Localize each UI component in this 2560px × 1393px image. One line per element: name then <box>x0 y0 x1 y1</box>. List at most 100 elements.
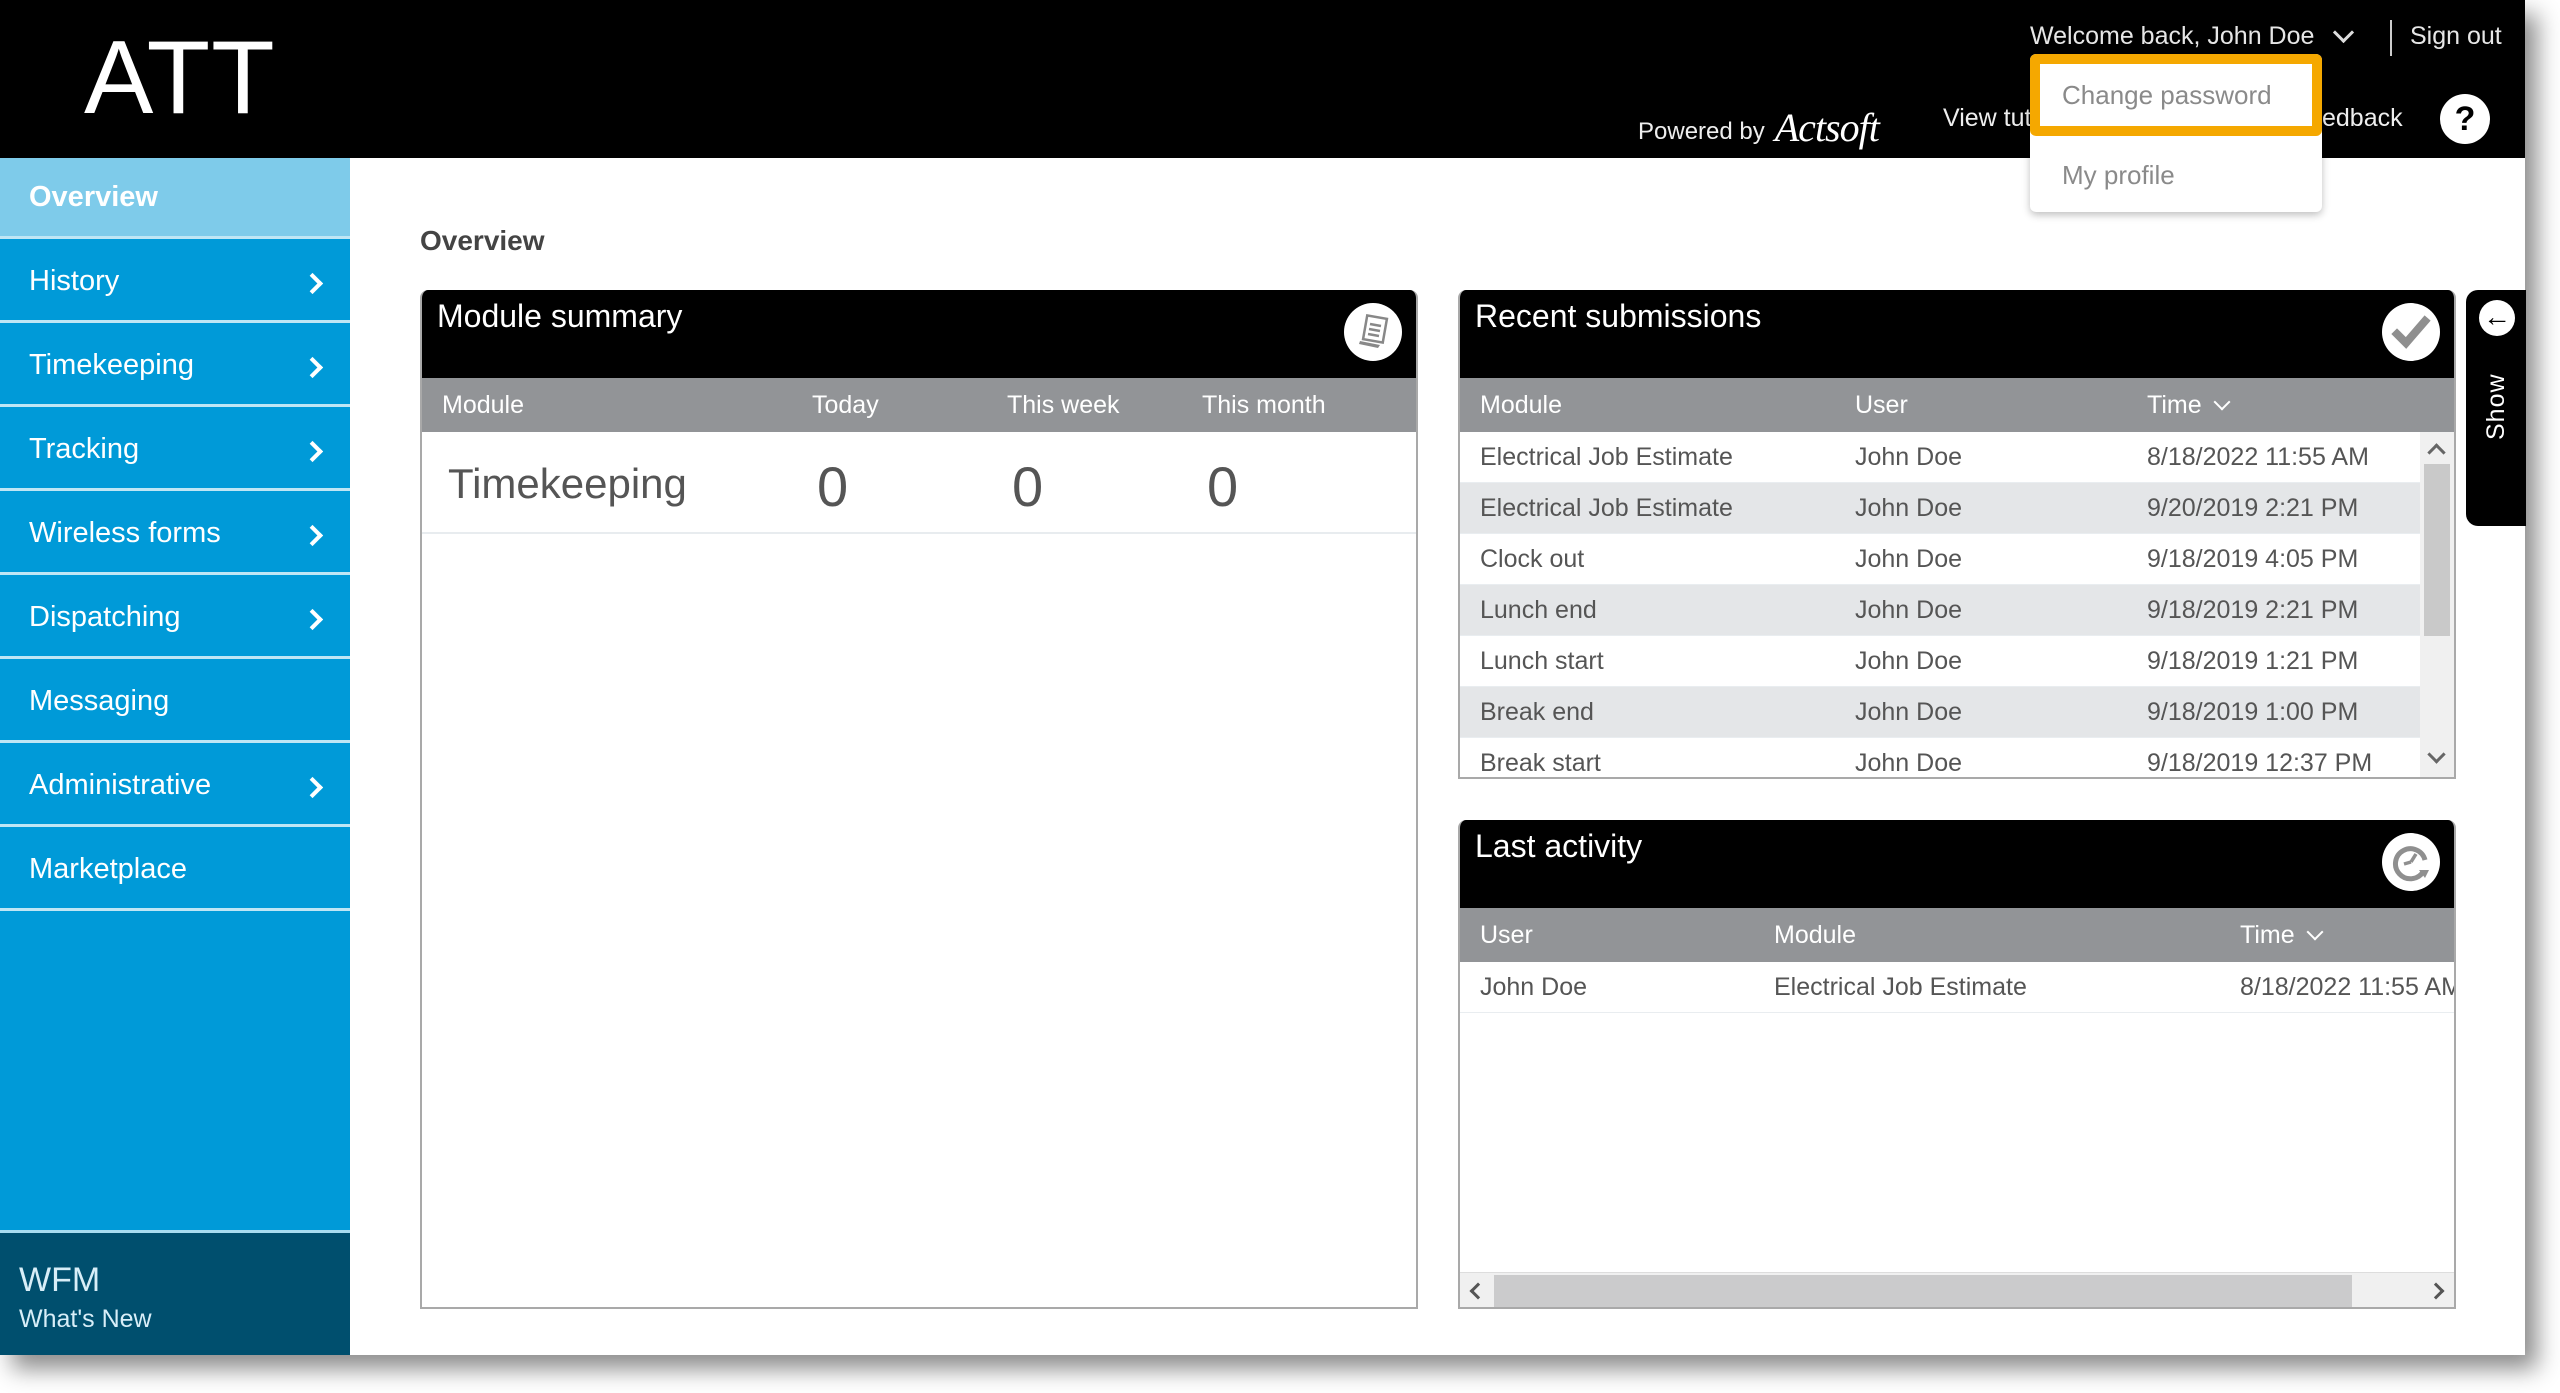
page-title: Overview <box>420 225 545 256</box>
sidebar-item-label: Wireless forms <box>29 516 221 549</box>
scroll-left-icon[interactable] <box>1469 1282 1487 1300</box>
column-header-module[interactable]: Module <box>442 391 524 420</box>
chevron-right-icon <box>301 356 324 379</box>
column-header-time-label: Time <box>2147 391 2202 419</box>
cell-user: John Doe <box>1855 749 1963 777</box>
column-header-user[interactable]: User <box>1480 921 1533 950</box>
sidebar-item-label: Timekeeping <box>29 348 194 381</box>
week-count: 0 <box>1012 455 1044 518</box>
horizontal-scrollbar[interactable] <box>1460 1272 2454 1307</box>
sidebar: Overview History Timekeeping Tracking Wi… <box>0 158 350 1355</box>
cell-time: 9/20/2019 2:21 PM <box>2147 494 2359 522</box>
sidebar-item-label: History <box>29 264 120 297</box>
panel-title: Recent submissions <box>1475 298 1762 334</box>
app-window: ATT Welcome back, John Doe Sign out Powe… <box>0 0 2526 1355</box>
wfm-title: WFM <box>19 1261 101 1299</box>
sidebar-item-label: Dispatching <box>29 600 181 633</box>
cell-time: 9/18/2019 2:21 PM <box>2147 596 2359 624</box>
vertical-scrollbar[interactable] <box>2420 432 2454 777</box>
sidebar-item-dispatching[interactable]: Dispatching <box>0 578 350 659</box>
chevron-right-icon <box>301 272 324 295</box>
document-list-icon[interactable] <box>1344 303 1402 361</box>
my-profile-menu-item[interactable]: My profile <box>2030 150 2322 200</box>
cell-module: Break start <box>1480 749 1601 777</box>
cell-time: 9/18/2019 1:21 PM <box>2147 647 2359 675</box>
sidebar-item-administrative[interactable]: Administrative <box>0 746 350 827</box>
feedback-label: edback <box>2322 104 2403 132</box>
cell-module: Lunch start <box>1480 647 1604 675</box>
help-icon[interactable]: ? <box>2440 94 2490 144</box>
arrow-left-icon[interactable]: ← <box>2479 300 2515 336</box>
sidebar-item-messaging[interactable]: Messaging <box>0 662 350 743</box>
sidebar-item-wireless-forms[interactable]: Wireless forms <box>0 494 350 575</box>
actsoft-logo: Actsoft <box>1774 105 1880 150</box>
sidebar-item-tracking[interactable]: Tracking <box>0 410 350 491</box>
cell-time: 9/18/2019 4:05 PM <box>2147 545 2359 573</box>
sidebar-item-label: Administrative <box>29 768 212 801</box>
scroll-right-icon[interactable] <box>2427 1282 2445 1300</box>
company-logo: ATT <box>84 20 276 136</box>
welcome-text: Welcome back, John Doe <box>2030 22 2315 50</box>
table-row[interactable]: Break end John Doe 9/18/2019 1:00 PM <box>1460 687 2422 738</box>
scroll-down-icon[interactable] <box>2427 745 2446 764</box>
cell-module: Electrical Job Estimate <box>1480 494 1733 522</box>
column-header-user[interactable]: User <box>1855 391 1908 420</box>
table-row[interactable]: Electrical Job Estimate John Doe 8/18/20… <box>1460 432 2422 483</box>
table-row[interactable]: Electrical Job Estimate John Doe 9/20/20… <box>1460 483 2422 534</box>
clock-refresh-icon[interactable] <box>2382 833 2440 891</box>
table-row[interactable]: Timekeeping 0 0 0 <box>422 432 1416 534</box>
column-header-this-week[interactable]: This week <box>1007 391 1120 420</box>
sign-out-link[interactable]: Sign out <box>2410 22 2502 51</box>
sidebar-item-marketplace[interactable]: Marketplace <box>0 830 350 911</box>
chevron-right-icon <box>301 440 324 463</box>
column-header-time[interactable]: Time <box>2147 391 2231 420</box>
table-header: Module User Time <box>1460 378 2454 432</box>
view-tutorials-link[interactable]: View tut <box>1943 104 2031 133</box>
panel-header: Last activity <box>1460 820 2454 908</box>
table-row[interactable]: Clock out John Doe 9/18/2019 4:05 PM <box>1460 534 2422 585</box>
cell-user: John Doe <box>1855 647 1963 675</box>
show-panel-tab[interactable]: ← Show <box>2466 290 2526 526</box>
recent-submissions-panel: Recent submissions Module User Time Elec… <box>1458 290 2456 779</box>
table-row[interactable]: Break start John Doe 9/18/2019 12:37 PM <box>1460 738 2422 777</box>
sort-descending-icon <box>2306 923 2324 941</box>
table-row[interactable]: John Doe Electrical Job Estimate 8/18/20… <box>1460 962 2454 1013</box>
cell-user: John Doe <box>1855 443 1963 471</box>
sidebar-item-overview[interactable]: Overview <box>0 158 350 239</box>
table-row[interactable]: Lunch end John Doe 9/18/2019 2:21 PM <box>1460 585 2422 636</box>
feedback-link[interactable]: edback <box>2322 104 2412 133</box>
cell-time: 8/18/2022 11:55 AM <box>2147 443 2369 471</box>
table-row[interactable]: Lunch start John Doe 9/18/2019 1:21 PM <box>1460 636 2422 687</box>
user-menu-toggle[interactable]: Welcome back, John Doe <box>2030 21 2355 51</box>
scrollbar-thumb[interactable] <box>1494 1275 2352 1307</box>
table-header: User Module Time <box>1460 908 2454 962</box>
chevron-right-icon <box>301 608 324 631</box>
whats-new-link[interactable]: What's New <box>19 1305 152 1334</box>
month-count: 0 <box>1207 455 1239 518</box>
chevron-right-icon <box>301 776 324 799</box>
user-dropdown-menu: Change password My profile <box>2030 54 2322 212</box>
column-header-today[interactable]: Today <box>812 391 879 420</box>
column-header-module[interactable]: Module <box>1480 391 1562 420</box>
scroll-up-icon[interactable] <box>2427 443 2446 462</box>
checkmark-icon[interactable] <box>2382 303 2440 361</box>
scrollbar-thumb[interactable] <box>2424 464 2450 636</box>
column-header-module[interactable]: Module <box>1774 921 1856 950</box>
chevron-right-icon <box>301 524 324 547</box>
panel-title: Module summary <box>437 298 683 334</box>
column-header-time-label: Time <box>2240 921 2295 949</box>
change-password-menu-item[interactable]: Change password <box>2030 54 2322 136</box>
column-header-this-month[interactable]: This month <box>1202 391 1326 420</box>
panel-title: Last activity <box>1475 828 1643 864</box>
whats-new-section[interactable]: WFM What's New <box>0 1230 350 1355</box>
cell-module: Electrical Job Estimate <box>1480 443 1733 471</box>
column-header-time[interactable]: Time <box>2240 921 2324 950</box>
cell-user: John Doe <box>1855 494 1963 522</box>
cell-module: Break end <box>1480 698 1594 726</box>
module-name: Timekeeping <box>448 460 687 507</box>
powered-by: Powered by Actsoft <box>1638 105 1880 155</box>
sidebar-item-history[interactable]: History <box>0 242 350 323</box>
cell-module: Clock out <box>1480 545 1585 573</box>
cell-user: John Doe <box>1855 698 1963 726</box>
sidebar-item-timekeeping[interactable]: Timekeeping <box>0 326 350 407</box>
